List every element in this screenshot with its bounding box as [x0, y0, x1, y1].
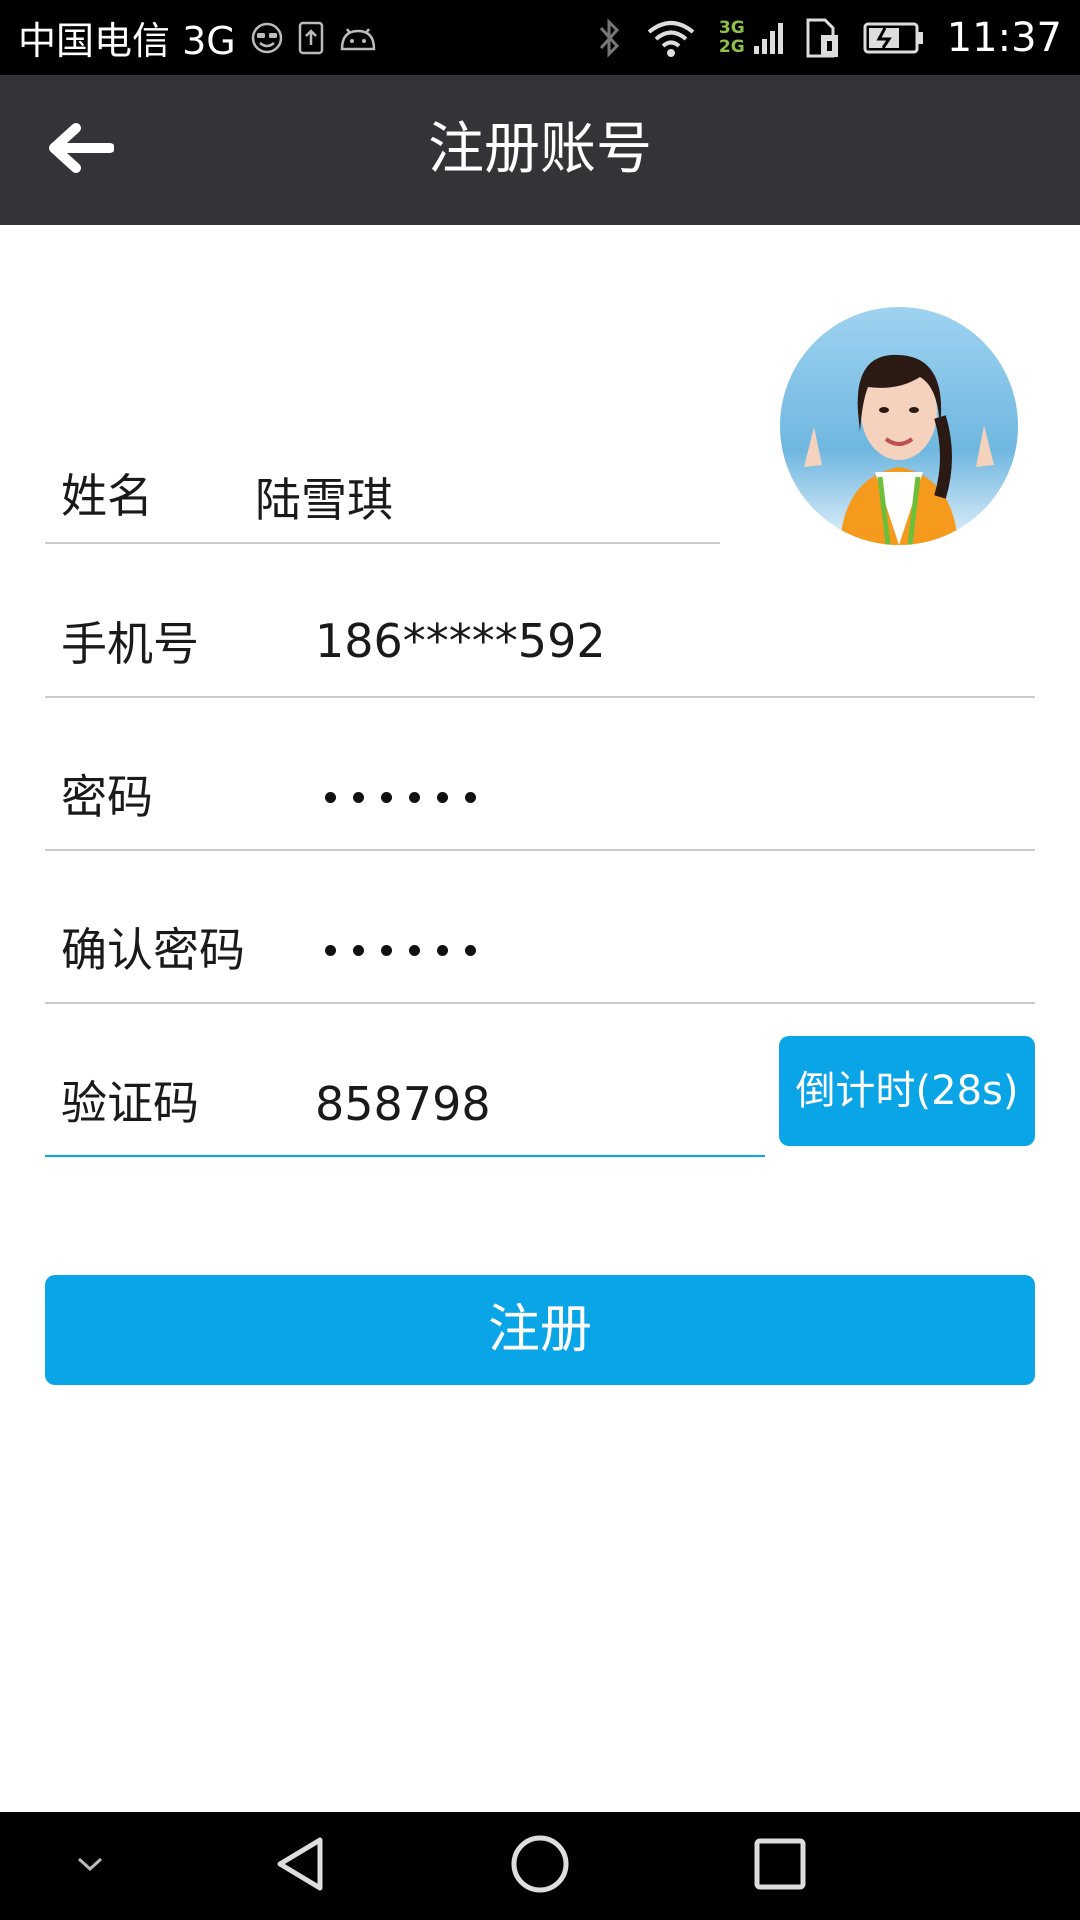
network-type-top: 3G — [718, 17, 745, 38]
phone-label: 手机号 — [61, 617, 199, 671]
recents-square-icon — [752, 1836, 808, 1896]
upload-icon — [298, 21, 324, 55]
sim-card-icon — [805, 17, 841, 59]
name-input[interactable]: 陆雪琪 — [255, 464, 393, 530]
nav-bar — [0, 1812, 1080, 1920]
clock: 11:37 — [946, 14, 1062, 61]
name-label: 姓名 — [61, 469, 153, 523]
status-bar: 中国电信 3G 3G 2G 11:37 — [0, 0, 1080, 75]
bluetooth-icon — [597, 17, 623, 58]
confirm-password-row: 确认密码 — [45, 862, 1035, 1004]
nav-back-button[interactable] — [250, 1812, 350, 1920]
password-label: 密码 — [61, 770, 153, 824]
battery-icon — [863, 20, 925, 56]
status-left: 中国电信 3G — [18, 0, 378, 75]
wifi-icon — [645, 18, 697, 58]
countdown-button[interactable]: 倒计时(28s) — [779, 1036, 1035, 1146]
avatar[interactable] — [780, 307, 1018, 545]
back-button[interactable] — [40, 115, 120, 185]
chevron-down-icon — [75, 1854, 105, 1878]
android-icon — [338, 25, 378, 51]
nav-home-button[interactable] — [490, 1812, 590, 1920]
phone-row: 手机号 186*****592 — [45, 556, 1035, 698]
register-button[interactable]: 注册 — [45, 1275, 1035, 1385]
verify-code-row: 验证码 858798 — [45, 1015, 765, 1157]
confirm-password-input[interactable] — [325, 945, 476, 956]
smiley-glasses-icon — [250, 21, 284, 55]
carrier-label: 中国电信 3G — [18, 19, 236, 63]
page-title: 注册账号 — [428, 117, 652, 182]
network-type-bottom: 2G — [718, 36, 745, 57]
confirm-password-label: 确认密码 — [61, 923, 245, 977]
network-type-badge: 3G 2G — [718, 17, 745, 57]
arrow-left-icon — [46, 122, 115, 178]
home-circle-icon — [510, 1834, 570, 1898]
verify-code-label: 验证码 — [61, 1076, 199, 1130]
avatar-photo — [780, 307, 1018, 545]
hide-keyboard-button[interactable] — [50, 1812, 130, 1920]
password-input[interactable] — [325, 792, 476, 803]
register-screen: 中国电信 3G 3G 2G 11:37 注册账号 姓名 陆雪琪 手机号 186*… — [0, 0, 1080, 1920]
status-right: 3G 2G 11:37 — [597, 0, 1062, 75]
phone-input[interactable]: 186*****592 — [315, 614, 606, 668]
nav-recents-button[interactable] — [730, 1812, 830, 1920]
password-row: 密码 — [45, 709, 1035, 851]
name-row: 姓名 陆雪琪 — [45, 402, 720, 544]
verify-code-input[interactable]: 858798 — [315, 1077, 491, 1131]
title-bar: 注册账号 — [0, 75, 1080, 225]
back-triangle-icon — [272, 1834, 328, 1898]
signal-icon — [753, 20, 783, 56]
